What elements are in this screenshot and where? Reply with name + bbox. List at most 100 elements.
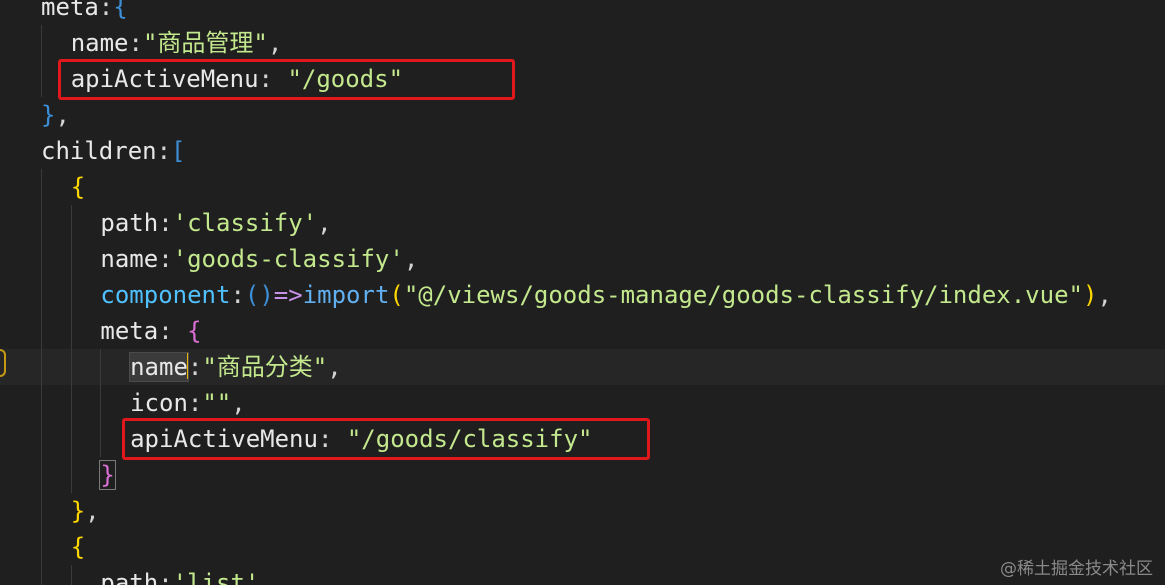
indent-guide <box>41 25 42 61</box>
indent-guide <box>41 457 42 493</box>
indent-guide <box>41 529 42 565</box>
code-token: children <box>41 137 157 165</box>
code-token: } <box>70 497 86 525</box>
indent-guide <box>70 385 72 421</box>
code-token: [ <box>171 137 186 165</box>
code-line[interactable]: icon:"", <box>0 385 1165 421</box>
code-text: path:'list', <box>100 565 273 585</box>
code-token: name <box>100 245 159 273</box>
indent-guide <box>70 205 72 241</box>
indent-guide <box>100 349 102 385</box>
highlight-box-bottom <box>122 418 650 460</box>
code-line[interactable]: { <box>0 169 1165 205</box>
code-token: path <box>100 209 159 237</box>
code-line[interactable]: path:'list', <box>0 565 1165 585</box>
code-token: { <box>187 317 202 345</box>
code-token: , <box>317 209 332 237</box>
code-editor[interactable]: meta:{name:"商品管理", apiActiveMenu: "/goods… <box>0 0 1165 585</box>
code-token: meta <box>41 0 99 21</box>
indent-guide <box>70 349 72 385</box>
code-token: "商品管理" <box>142 29 268 57</box>
indent-guide <box>41 241 42 277</box>
code-text: name:'goods-classify', <box>100 241 418 277</box>
indent-guide <box>41 493 42 529</box>
code-text: { <box>71 169 85 205</box>
code-token: 'goods-classify' <box>172 245 404 273</box>
code-line[interactable]: { <box>0 529 1165 565</box>
code-token: "@/views/goods-manage/goods-classify/ind… <box>403 281 1083 309</box>
code-token: { <box>113 0 128 21</box>
code-line[interactable]: name:"商品管理", <box>0 25 1165 61</box>
code-token: "商品分类" <box>202 353 328 381</box>
code-token: : <box>230 281 245 309</box>
indent-guide <box>41 205 42 241</box>
code-line[interactable]: }, <box>0 493 1165 529</box>
code-text: }, <box>41 97 70 133</box>
code-text: component:()=>import("@/views/goods-mana… <box>100 277 1112 313</box>
code-token: : <box>187 353 203 381</box>
code-token: : <box>158 569 173 585</box>
indent-guide <box>70 421 72 457</box>
code-text: children:[ <box>41 133 186 169</box>
indent-guide <box>100 421 102 457</box>
code-line[interactable]: meta:{ <box>0 0 1165 25</box>
code-token: { <box>70 173 86 201</box>
code-text: meta: { <box>100 313 201 349</box>
code-token: 'list' <box>172 569 260 585</box>
code-token: name <box>70 29 129 57</box>
indent-guide <box>41 61 42 97</box>
indent-guide <box>70 565 72 585</box>
code-line[interactable]: meta: { <box>0 313 1165 349</box>
code-token: , <box>85 497 100 525</box>
highlight-box-top <box>58 59 515 100</box>
code-line[interactable]: component:()=>import("@/views/goods-mana… <box>0 277 1165 313</box>
code-token: meta <box>100 317 159 345</box>
code-token: => <box>273 281 303 309</box>
code-line[interactable]: path:'classify', <box>0 205 1165 241</box>
code-token: : <box>158 245 173 273</box>
code-text: { <box>71 529 85 565</box>
indent-guide <box>70 313 72 349</box>
indent-guide <box>41 349 42 385</box>
code-token: : <box>98 0 114 21</box>
code-token: , <box>231 389 246 417</box>
watermark: @稀土掘金技术社区 <box>1000 559 1153 579</box>
code-line[interactable]: }, <box>0 97 1165 133</box>
code-text: name:"商品分类", <box>129 349 342 385</box>
code-token: : <box>187 389 203 417</box>
indent-guide <box>41 313 42 349</box>
indent-guide <box>41 385 42 421</box>
code-token: { <box>70 533 86 561</box>
code-token: name <box>129 352 189 382</box>
code-token: , <box>259 569 274 585</box>
indent-guide <box>41 421 42 457</box>
code-token: } <box>41 101 56 129</box>
code-token: "" <box>202 389 232 417</box>
code-text: meta:{ <box>41 0 128 25</box>
indent-guide <box>70 277 72 313</box>
code-token: : <box>158 209 173 237</box>
code-line[interactable]: } <box>0 457 1165 493</box>
code-text: icon:"", <box>130 385 246 421</box>
code-text: name:"商品管理", <box>71 25 283 61</box>
indent-guide <box>41 169 42 205</box>
indent-guide <box>70 241 72 277</box>
code-text: } <box>99 457 116 493</box>
code-token: } <box>99 460 116 490</box>
code-line[interactable]: name:"商品分类", <box>0 349 1165 385</box>
indent-guide <box>70 457 72 493</box>
indent-guide <box>41 565 42 585</box>
code-token: ) <box>1082 281 1098 309</box>
breakpoint-indicator-icon[interactable] <box>0 349 6 377</box>
code-token: , <box>267 29 283 57</box>
code-token: () <box>244 281 274 309</box>
code-token: ( <box>389 281 404 309</box>
indent-guide <box>100 385 102 421</box>
code-line[interactable]: children:[ <box>0 133 1165 169</box>
indent-guide <box>41 277 42 313</box>
code-token: : <box>158 317 188 345</box>
code-line[interactable]: name:'goods-classify', <box>0 241 1165 277</box>
code-token: , <box>55 101 70 129</box>
code-token: : <box>128 29 143 57</box>
code-token: path <box>100 569 159 585</box>
